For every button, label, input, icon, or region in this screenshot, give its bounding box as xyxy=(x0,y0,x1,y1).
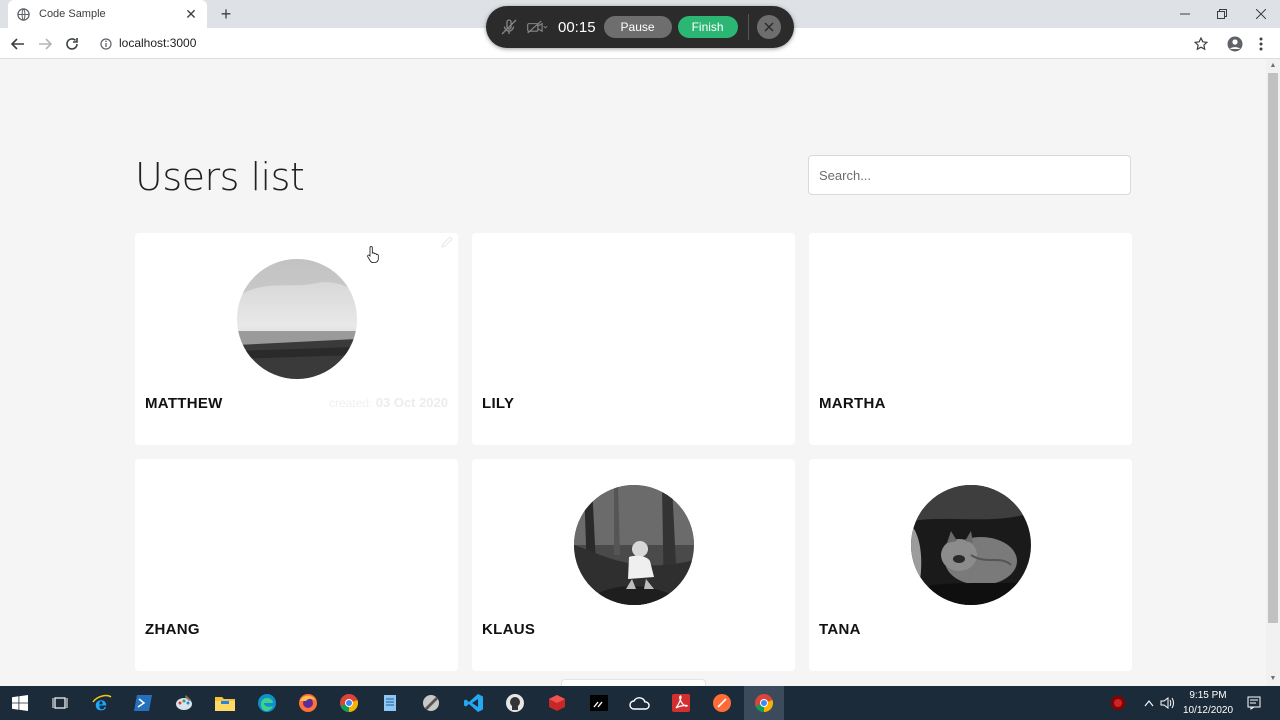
notifications-icon[interactable] xyxy=(1244,686,1264,720)
notepad-icon[interactable] xyxy=(370,686,410,720)
mic-muted-icon[interactable] xyxy=(498,16,520,38)
divider xyxy=(747,14,749,40)
reload-icon[interactable] xyxy=(61,33,83,55)
record-indicator-icon[interactable] xyxy=(1108,686,1128,720)
user-avatar xyxy=(911,485,1031,605)
created-label: created: xyxy=(329,396,373,410)
minimize-icon[interactable] xyxy=(1166,0,1204,28)
user-name: KLAUS xyxy=(482,621,536,638)
user-name: MATTHEW xyxy=(145,395,223,412)
back-arrow-icon[interactable] xyxy=(7,33,29,55)
volume-icon[interactable] xyxy=(1158,686,1178,720)
user-name: LILY xyxy=(482,395,515,412)
finish-button[interactable]: Finish xyxy=(677,16,738,38)
menu-dots-icon[interactable] xyxy=(1250,33,1272,55)
acrobat-icon[interactable] xyxy=(661,686,701,720)
globe-icon xyxy=(16,7,30,21)
pause-button[interactable]: Pause xyxy=(603,16,672,38)
pagination-tab[interactable] xyxy=(561,679,706,686)
page-content: Users list MATTHEW xyxy=(0,59,1266,686)
paint-icon[interactable] xyxy=(164,686,204,720)
user-card[interactable]: ZHANG xyxy=(135,459,458,671)
seascape-photo xyxy=(237,259,357,379)
new-tab-button[interactable]: + xyxy=(216,4,236,24)
screen-recorder-bar: 00:15 Pause Finish xyxy=(486,6,794,48)
url-text: localhost:3000 xyxy=(119,36,197,50)
hand-cursor-icon xyxy=(367,245,379,263)
user-avatar xyxy=(237,259,357,379)
child-in-forest-photo xyxy=(574,485,694,605)
github-desktop-icon[interactable] xyxy=(495,686,535,720)
user-card[interactable]: MATTHEW created: 03 Oct 2020 xyxy=(135,233,458,445)
edge-icon[interactable] xyxy=(247,686,287,720)
cat-photo xyxy=(911,485,1031,605)
user-name: MARTHA xyxy=(819,395,886,412)
vscode-icon[interactable] xyxy=(454,686,494,720)
restore-icon[interactable] xyxy=(1203,0,1241,28)
forward-arrow-icon[interactable] xyxy=(34,33,56,55)
inkscape-icon[interactable] xyxy=(411,686,451,720)
clock-time: 9:15 PM xyxy=(1189,690,1227,701)
camera-muted-icon[interactable] xyxy=(526,16,548,38)
scrollbar-thumb[interactable] xyxy=(1268,73,1278,623)
user-card[interactable]: MARTHA xyxy=(809,233,1132,445)
user-card[interactable]: TANA xyxy=(809,459,1132,671)
page-title: Users list xyxy=(135,155,305,199)
scroll-down-icon[interactable]: ▼ xyxy=(1269,675,1277,683)
onedrive-icon[interactable] xyxy=(620,686,660,720)
search-input[interactable] xyxy=(808,155,1131,195)
start-icon[interactable] xyxy=(0,686,40,720)
firefox-icon[interactable] xyxy=(288,686,328,720)
window-close-icon[interactable] xyxy=(1242,0,1280,28)
scroll-up-icon[interactable]: ▲ xyxy=(1269,62,1277,70)
file-explorer-icon[interactable] xyxy=(205,686,245,720)
user-avatar xyxy=(574,485,694,605)
page-scrollbar[interactable]: ▲ ▼ xyxy=(1266,59,1280,686)
chrome-active-icon[interactable] xyxy=(744,686,784,720)
browser-tab[interactable]: Code Sample ✕ xyxy=(8,0,207,28)
chevron-up-icon[interactable] xyxy=(1140,686,1158,720)
user-card[interactable]: LILY xyxy=(472,233,795,445)
package-icon[interactable] xyxy=(537,686,577,720)
profile-icon[interactable] xyxy=(1224,33,1246,55)
bookmark-star-icon[interactable] xyxy=(1190,33,1212,55)
user-name: TANA xyxy=(819,621,861,638)
windows-taskbar: e 9:15 PM 10/12/2020 xyxy=(0,686,1280,720)
pencil-icon[interactable] xyxy=(440,235,454,249)
user-card[interactable]: KLAUS xyxy=(472,459,795,671)
internet-explorer-icon[interactable]: e xyxy=(82,686,122,720)
powershell-icon[interactable] xyxy=(123,686,163,720)
chrome-icon[interactable] xyxy=(329,686,369,720)
recording-timer: 00:15 xyxy=(558,18,596,36)
tab-title: Code Sample xyxy=(39,8,106,20)
clock-date: 10/12/2020 xyxy=(1182,705,1234,716)
terminal-icon[interactable] xyxy=(579,686,619,720)
info-icon[interactable] xyxy=(100,37,112,50)
created-value: 03 Oct 2020 xyxy=(375,395,448,410)
user-name: ZHANG xyxy=(145,621,200,638)
task-view-icon[interactable] xyxy=(40,686,80,720)
postman-icon[interactable] xyxy=(702,686,742,720)
close-recorder-icon[interactable] xyxy=(756,15,781,39)
taskbar-clock[interactable]: 9:15 PM 10/12/2020 xyxy=(1176,688,1240,718)
tab-close-icon[interactable]: ✕ xyxy=(183,6,199,23)
created-date: created: 03 Oct 2020 xyxy=(329,395,448,410)
